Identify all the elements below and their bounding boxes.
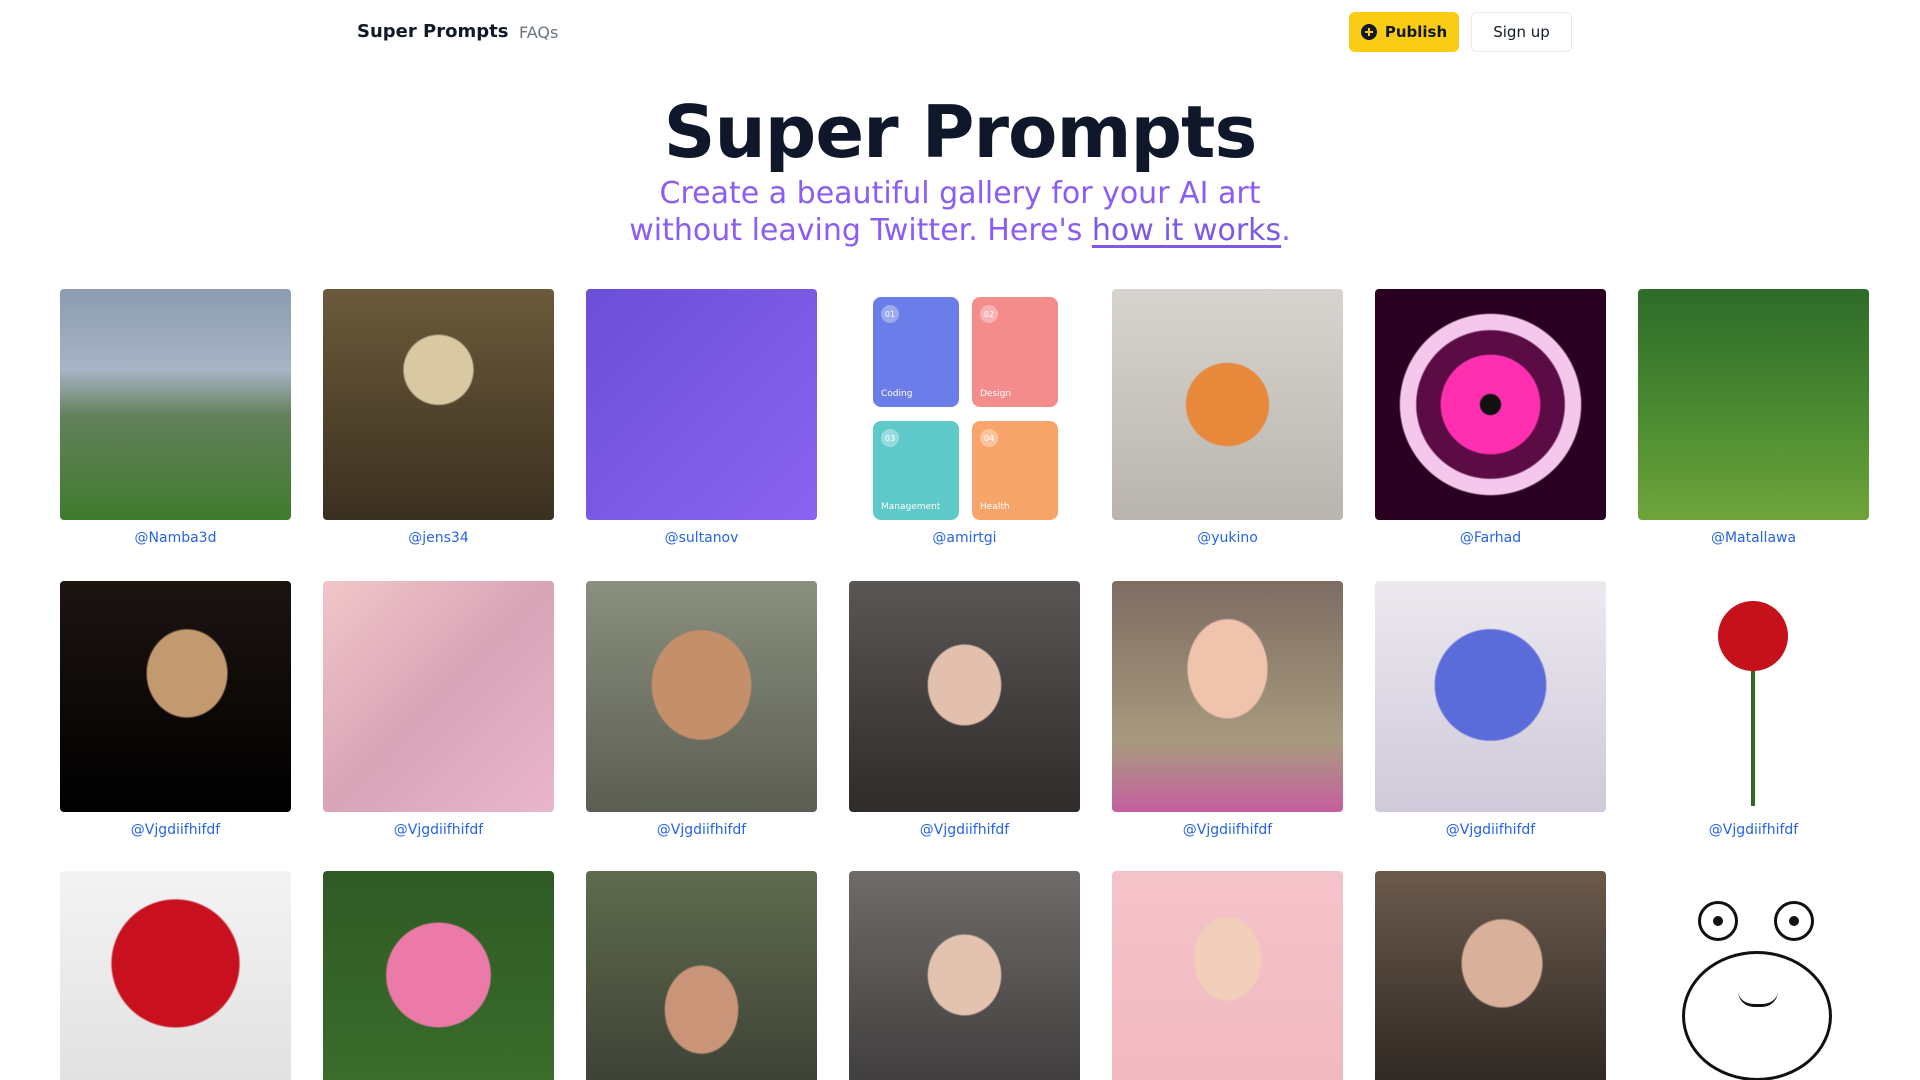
gallery-item[interactable]: [849, 871, 1080, 1080]
publish-label: Publish: [1384, 23, 1448, 41]
gallery-image[interactable]: [586, 871, 817, 1080]
category-card: 02 Design: [972, 297, 1058, 407]
subtitle-line-2: without leaving Twitter. Here's how it w…: [0, 212, 1920, 249]
author-handle[interactable]: @Matallawa: [1638, 530, 1869, 546]
author-handle[interactable]: @sultanov: [586, 530, 817, 546]
frog-face-icon: [1682, 951, 1832, 1080]
author-handle[interactable]: @Farhad: [1375, 530, 1606, 546]
author-handle[interactable]: @Vjgdiifhifdf: [323, 822, 554, 838]
author-handle[interactable]: @Vjgdiifhifdf: [1638, 822, 1869, 838]
gallery-item[interactable]: @Vjgdiifhifdf: [1638, 581, 1869, 838]
card-number: 04: [980, 429, 998, 447]
plus-circle-icon: [1360, 24, 1377, 40]
subtitle-line-2-text: without leaving Twitter. Here's: [629, 213, 1092, 248]
gallery-image[interactable]: [586, 581, 817, 812]
signup-button[interactable]: Sign up: [1471, 12, 1572, 52]
faqs-link[interactable]: FAQs: [519, 23, 558, 42]
gallery-image[interactable]: [1638, 289, 1869, 520]
gallery-image[interactable]: [323, 581, 554, 812]
gallery-image[interactable]: [60, 871, 291, 1080]
gallery-image[interactable]: [1375, 289, 1606, 520]
gallery-item[interactable]: 01 Coding 02 Design 03 Management 04 Hea…: [849, 289, 1080, 546]
gallery-image[interactable]: [1112, 581, 1343, 812]
gallery-item[interactable]: @Vjgdiifhifdf: [1112, 581, 1343, 838]
page-title: Super Prompts: [663, 90, 1258, 174]
card-label: Design: [980, 389, 1012, 399]
card-number: 02: [980, 305, 998, 323]
subtitle-line-1: Create a beautiful gallery for your AI a…: [659, 176, 1261, 211]
gallery-item[interactable]: [1375, 871, 1606, 1080]
gallery-image[interactable]: [1375, 871, 1606, 1080]
gallery-image[interactable]: [323, 289, 554, 520]
author-handle[interactable]: @jens34: [323, 530, 554, 546]
publish-button[interactable]: Publish: [1349, 12, 1459, 52]
author-handle[interactable]: @Vjgdiifhifdf: [586, 822, 817, 838]
card-number: 01: [881, 305, 899, 323]
gallery-item[interactable]: @Namba3d: [60, 289, 291, 546]
gallery-item[interactable]: [323, 871, 554, 1080]
gallery-image[interactable]: 01 Coding 02 Design 03 Management 04 Hea…: [849, 289, 1080, 520]
gallery-image[interactable]: [1638, 871, 1869, 1080]
gallery-item[interactable]: @sultanov: [586, 289, 817, 546]
frog-eye-icon: [1698, 901, 1738, 941]
gallery-image[interactable]: [1638, 581, 1869, 812]
gallery-image[interactable]: [1112, 289, 1343, 520]
author-handle[interactable]: @yukino: [1112, 530, 1343, 546]
author-handle[interactable]: @Namba3d: [60, 530, 291, 546]
gallery-image[interactable]: [1375, 581, 1606, 812]
top-nav: Super Prompts FAQs Publish Sign up: [0, 0, 1920, 64]
author-handle[interactable]: @Vjgdiifhifdf: [849, 822, 1080, 838]
card-label: Management: [881, 502, 941, 512]
gallery-image[interactable]: [849, 871, 1080, 1080]
author-handle[interactable]: @Vjgdiifhifdf: [60, 822, 291, 838]
card-number: 03: [881, 429, 899, 447]
card-label: Coding: [881, 389, 913, 399]
gallery-item[interactable]: @yukino: [1112, 289, 1343, 546]
rose-stem: [1751, 666, 1755, 806]
gallery-image[interactable]: [849, 581, 1080, 812]
how-it-works-link[interactable]: how it works: [1092, 213, 1281, 248]
gallery-item[interactable]: [586, 871, 817, 1080]
hero-subtitle: Create a beautiful gallery for your AI a…: [0, 175, 1920, 249]
subtitle-period: .: [1281, 213, 1291, 248]
gallery-item[interactable]: @Vjgdiifhifdf: [1375, 581, 1606, 838]
gallery-item[interactable]: @Vjgdiifhifdf: [323, 581, 554, 838]
author-handle[interactable]: @Vjgdiifhifdf: [1375, 822, 1606, 838]
gallery-image[interactable]: [1112, 871, 1343, 1080]
frog-eye-icon: [1774, 901, 1814, 941]
gallery-image[interactable]: [323, 871, 554, 1080]
category-card: 01 Coding: [873, 297, 959, 407]
gallery-item[interactable]: @Vjgdiifhifdf: [60, 581, 291, 838]
gallery-item[interactable]: @jens34: [323, 289, 554, 546]
signup-label: Sign up: [1493, 23, 1550, 41]
gallery-item[interactable]: @Vjgdiifhifdf: [849, 581, 1080, 838]
gallery-image[interactable]: [60, 289, 291, 520]
gallery-item[interactable]: @Vjgdiifhifdf: [586, 581, 817, 838]
author-handle[interactable]: @Vjgdiifhifdf: [1112, 822, 1343, 838]
card-label: Health: [980, 502, 1010, 512]
rose-icon: [1718, 601, 1788, 671]
category-card: 03 Management: [873, 421, 959, 520]
gallery-item[interactable]: [1638, 871, 1869, 1080]
gallery-image[interactable]: [60, 581, 291, 812]
brand-link[interactable]: Super Prompts: [357, 21, 508, 42]
gallery-item[interactable]: [1112, 871, 1343, 1080]
gallery-item[interactable]: [60, 871, 291, 1080]
gallery-image[interactable]: [586, 289, 817, 520]
gallery-item[interactable]: @Farhad: [1375, 289, 1606, 546]
gallery-item[interactable]: @Matallawa: [1638, 289, 1869, 546]
author-handle[interactable]: @amirtgi: [849, 530, 1080, 546]
category-card: 04 Health: [972, 421, 1058, 520]
